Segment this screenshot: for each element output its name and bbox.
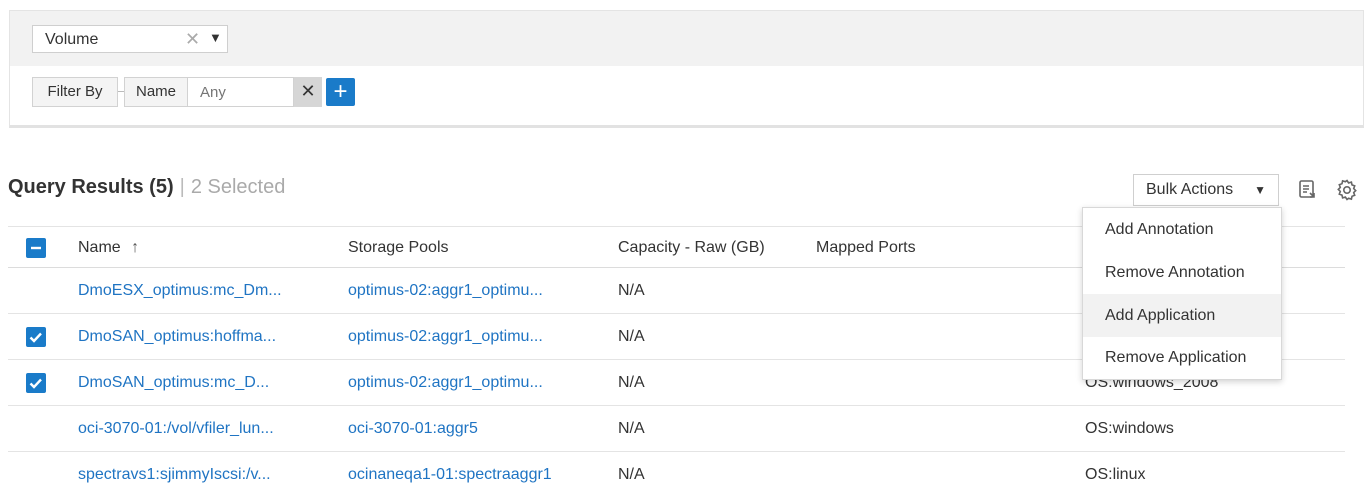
results-separator: | [179,176,185,198]
volume-name-link[interactable]: spectravs1:sjimmyIscsi:/v... [78,466,271,484]
menu-item-remove-application[interactable]: Remove Application [1083,336,1281,379]
capacity-value: N/A [618,282,645,299]
capacity-value: N/A [618,374,645,391]
caret-down-icon[interactable]: ▼ [209,30,222,45]
storage-pool-link[interactable]: oci-3070-01:aggr5 [348,420,478,438]
bulk-actions-label: Bulk Actions [1146,181,1234,198]
annotation-value: OS:linux [1085,466,1146,483]
volume-name-link[interactable]: DmoESX_optimus:mc_Dm... [78,282,282,300]
selected-count: 2 Selected [190,176,286,198]
filter-value-input[interactable] [188,77,294,107]
row-checkbox[interactable] [26,327,46,347]
filter-by-label: Filter By [32,77,118,107]
filter-field-name[interactable]: Name [124,77,188,107]
row-checkbox[interactable] [26,373,46,393]
capacity-value: N/A [618,466,645,483]
storage-pool-link[interactable]: optimus-02:aggr1_optimu... [348,374,543,392]
menu-item-add-application[interactable]: Add Application [1083,294,1281,337]
menu-item-remove-annotation[interactable]: Remove Annotation [1083,251,1281,294]
bulk-actions-button[interactable]: Bulk Actions ▼ [1133,174,1279,206]
gear-icon[interactable] [1335,178,1359,202]
object-type-value: Volume [45,31,99,48]
column-header-capacity[interactable]: Capacity - Raw (GB) [618,239,765,257]
sort-up-icon[interactable]: ↑ [131,239,139,256]
results-header: Query Results (5) | 2 Selected [8,176,285,206]
annotation-value: OS:windows [1085,420,1174,437]
column-header-mapped-ports[interactable]: Mapped Ports [816,239,916,257]
bulk-actions-menu: Add Annotation Remove Annotation Add App… [1082,207,1282,380]
menu-item-add-annotation[interactable]: Add Annotation [1083,208,1281,251]
filter-panel: Volume ✕ ▼ Filter By Name ✕ + [9,10,1364,128]
add-filter-button[interactable]: + [326,78,355,106]
column-header-storage-pools[interactable]: Storage Pools [348,239,449,257]
capacity-value: N/A [618,420,645,437]
volume-name-link[interactable]: DmoSAN_optimus:hoffma... [78,328,276,346]
remove-filter-icon[interactable]: ✕ [294,77,322,107]
volume-name-link[interactable]: DmoSAN_optimus:mc_D... [78,374,269,392]
object-type-select[interactable]: Volume ✕ ▼ [32,25,228,53]
select-all-checkbox[interactable] [26,238,46,258]
storage-pool-link[interactable]: ocinaneqa1-01:spectraaggr1 [348,466,552,484]
column-header-name[interactable]: Name ↑ [78,239,139,257]
volume-name-link[interactable]: oci-3070-01:/vol/vfiler_lun... [78,420,274,438]
export-icon[interactable] [1296,178,1320,202]
table-row[interactable]: oci-3070-01:/vol/vfiler_lun... oci-3070-… [8,406,1345,452]
clear-icon[interactable]: ✕ [185,29,200,50]
table-row[interactable]: spectravs1:sjimmyIscsi:/v... ocinaneqa1-… [8,452,1345,498]
column-name-label: Name [78,239,121,256]
caret-down-icon: ▼ [1254,183,1266,197]
storage-pool-link[interactable]: optimus-02:aggr1_optimu... [348,328,543,346]
storage-pool-link[interactable]: optimus-02:aggr1_optimu... [348,282,543,300]
filter-top-bar: Volume ✕ ▼ [10,11,1363,66]
query-results-title: Query Results (5) [8,176,174,198]
capacity-value: N/A [618,328,645,345]
